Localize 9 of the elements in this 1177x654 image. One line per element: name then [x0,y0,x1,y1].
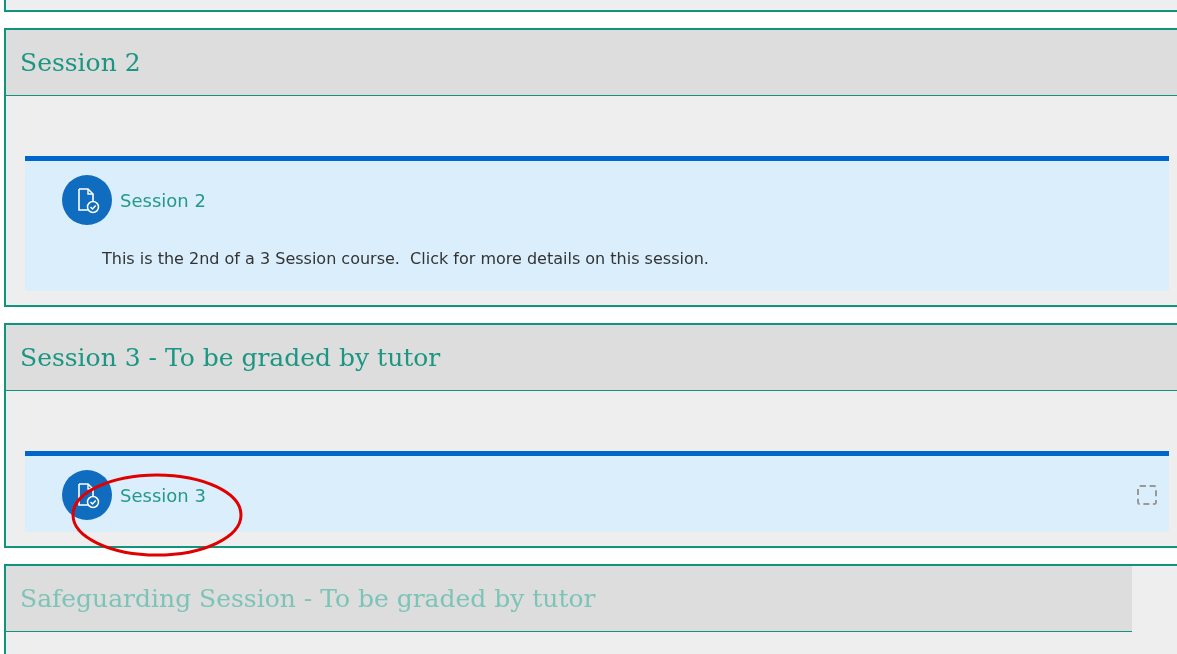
section-title: Session 3 - To be graded by tutor [20,341,441,374]
completion-checkbox[interactable] [1137,485,1157,505]
document-check-icon [62,175,112,225]
section-title: Safeguarding Session - To be graded by tutor [20,582,596,615]
activity-description: This is the 2nd of a 3 Session course. Click for more details on this session. [101,248,710,270]
document-check-icon [62,470,112,520]
section-title: Session 2 [20,46,141,79]
activity-link[interactable]: Session 3 [120,481,206,509]
activity-link[interactable]: Session 2 [120,186,206,214]
